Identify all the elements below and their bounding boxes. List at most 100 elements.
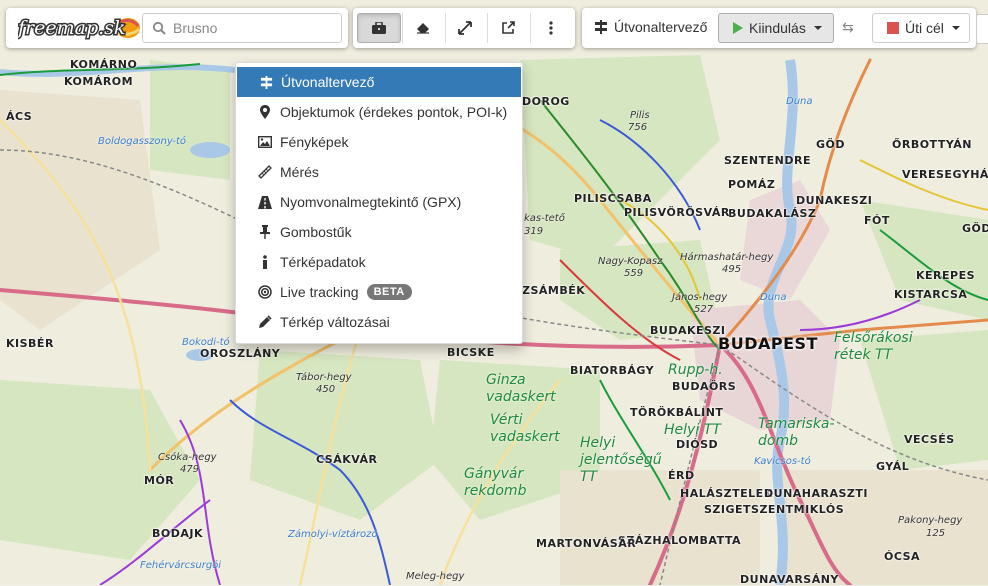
town-label: VECSÉS [904,433,955,446]
start-point-label: Kiindulás [749,20,806,36]
menu-item-map-changes[interactable]: Térkép változásai [236,307,522,337]
lake [190,142,230,158]
water-label: Duna [760,292,787,303]
menu-item-label: Fényképek [280,134,349,150]
town-label: GÖDÖ [962,222,988,235]
town-label: TÖRÖKBÁLINT [630,406,724,419]
destination-label: Úti cél [905,20,944,36]
menu-item-route-planner[interactable]: Útvonaltervező [237,67,521,97]
pencil-icon [258,315,272,329]
peak-label: János-hegy [672,292,728,303]
town-label: BUDAKESZI [650,324,726,337]
town-label: GÖD [816,138,846,151]
area-label: Felsőrákosi rétek TT [834,330,913,363]
town-label: SZIGETSZENTMIKLÓS [704,503,845,516]
beta-badge: BETA [366,284,412,300]
tools-button[interactable] [357,13,401,43]
town-label: BIATORBÁGY [570,364,655,377]
menu-item-map-data[interactable]: Térképadatok [236,247,522,277]
route-planner-label: Útvonaltervező [614,19,708,35]
info-icon [258,255,272,269]
route-planner-title: Útvonaltervező [594,19,707,35]
swap-points-button[interactable]: ⇆ [842,19,854,36]
town-label: ÓCSA [884,550,921,563]
peak-elevation: 495 [722,264,742,275]
briefcase-icon [372,22,386,34]
town-label: KOMÁRNO [70,58,138,71]
search-placeholder: Brusno [173,20,218,36]
town-label: PILISVÖRÖSVÁR [624,206,730,219]
menu-item-photos[interactable]: Fényképek [236,127,522,157]
town-label: KISBÉR [6,337,54,350]
town-label: BODAJK [152,527,203,540]
freemap-logo[interactable]: freemap.sk [15,14,142,42]
town-label: KISTARCSA [894,288,968,301]
bullseye-icon [258,285,272,299]
menu-item-label: Térképadatok [280,254,366,270]
town-label: GYÁL [876,460,910,473]
town-label: BUDAKALÁSZ [728,207,817,220]
town-label: BICSKE [447,346,495,359]
town-label: DUNAKESZI [796,194,873,207]
peak-label: Nagy-Kopasz [598,256,663,267]
peak-elevation: 319 [524,226,544,237]
menu-item-label: Gombostűk [280,224,352,240]
menu-item-pins[interactable]: Gombostűk [236,217,522,247]
town-label: ÉRD [668,469,695,482]
water-label: Bokodi-tó [182,337,230,348]
map-marker-icon [258,105,272,119]
peak-label: Hármashatár-hegy [680,252,774,263]
search-icon [152,21,166,35]
search-input[interactable]: Brusno [142,13,342,43]
area-label: Rupp-h. [668,362,723,378]
menu-item-label: Térkép változásai [280,314,390,330]
ruler-icon [258,165,272,179]
vertical-dots-icon [549,21,553,35]
menu-item-label: Útvonaltervező [281,74,375,90]
town-label: DUNAVARSÁNY [740,573,839,586]
menu-item-label: Objektumok (érdekes pontok, POI-k) [280,104,508,120]
start-point-button[interactable]: Kiindulás [718,13,834,43]
town-label: MARTONVÁSÁR [536,537,637,550]
tools-panel [353,8,575,48]
water-label: Duna [786,96,813,107]
logo-mark-icon: freemap.sk [15,16,141,41]
route-planner-icon [595,20,607,34]
town-label: KOMÁROM [64,75,134,88]
town-label: PILISCSABA [574,192,652,205]
menu-item-track-viewer[interactable]: Nyomvonalmegtekintő (GPX) [236,187,522,217]
town-label: DOROG [522,95,570,108]
menu-item-label: Mérés [280,164,319,180]
road-icon [258,195,272,209]
peak-label: Tábor-hegy [296,372,352,383]
town-label: MÓR [144,474,175,487]
town-label: FÓT [864,214,890,227]
route-planner-icon [259,75,273,89]
town-label: ÁCS [6,110,33,123]
expand-icon [458,21,472,35]
town-label: CSÁKVÁR [316,453,378,466]
town-label: ZSÁMBÉK [522,284,586,297]
menu-item-objects[interactable]: Objektumok (érdekes pontok, POI-k) [236,97,522,127]
area-label: Vérti vadaskert [490,412,560,445]
route-planner-panel: Útvonaltervező Kiindulás ⇆ Úti cél [582,8,976,48]
more-button[interactable] [529,13,573,43]
overflow-panel-edge[interactable] [976,14,988,44]
peak-label: kas-tető [524,213,565,224]
external-link-button[interactable] [486,13,530,43]
peak-label: Csóka-hegy [158,452,217,463]
fullscreen-button[interactable] [443,13,487,43]
menu-item-live-tracking[interactable]: Live tracking BETA [236,277,522,307]
town-label: OROSZLÁNY [200,347,281,360]
menu-item-measure[interactable]: Mérés [236,157,522,187]
destination-button[interactable]: Úti cél [872,13,970,43]
city-label: BUDAPEST [718,334,818,353]
area-label: Helyi jelentőségű TT [580,435,662,485]
town-label: DUNAHARASZTI [764,487,868,500]
external-link-icon [502,21,515,34]
town-label: DIÓSD [676,438,719,451]
eraser-button[interactable] [401,13,445,43]
town-label: KEREPES [916,269,976,282]
caret-down-icon [951,26,960,30]
town-label: BUDAÖRS [672,380,737,393]
